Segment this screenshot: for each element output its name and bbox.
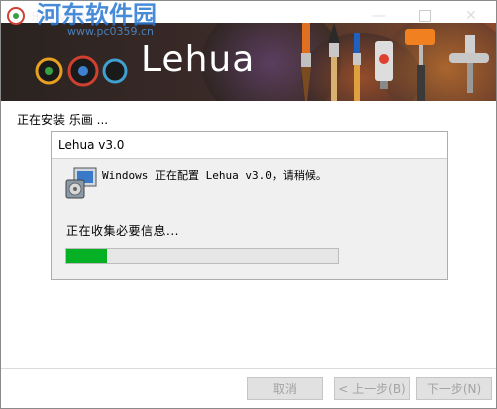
progress-bar bbox=[65, 248, 339, 264]
panel-header: Lehua v3.0 bbox=[52, 132, 447, 159]
installer-icon bbox=[65, 167, 97, 199]
paint-roller-icon bbox=[405, 29, 435, 101]
collecting-info-message: 正在收集必要信息... bbox=[66, 224, 179, 238]
footer-divider bbox=[1, 368, 496, 369]
minimize-button[interactable]: — bbox=[356, 1, 402, 31]
banner-title: Lehua bbox=[141, 39, 256, 80]
back-button[interactable]: < 上一步(B) bbox=[334, 377, 410, 400]
panel-title: Lehua v3.0 bbox=[58, 138, 125, 152]
paintbrush-icon bbox=[353, 33, 361, 101]
minimize-icon: — bbox=[372, 8, 386, 24]
configuring-message: Windows 正在配置 Lehua v3.0，请稍候。 bbox=[102, 169, 327, 182]
cancel-button[interactable]: 取消 bbox=[247, 377, 323, 400]
maximize-button[interactable] bbox=[402, 1, 448, 31]
watermark-url: www.pc0359.cn bbox=[67, 25, 155, 38]
airbrush-icon bbox=[449, 35, 489, 93]
close-icon: ✕ bbox=[465, 8, 477, 24]
title-bar: 乐画 v3.0 河东软件园 www.pc0359.cn — ✕ bbox=[1, 1, 496, 38]
install-status-heading: 正在安装 乐画 ... bbox=[17, 113, 109, 127]
app-icon bbox=[7, 7, 25, 25]
paint-tube-icon bbox=[375, 41, 393, 89]
maximize-icon bbox=[419, 10, 431, 22]
close-button[interactable]: ✕ bbox=[448, 1, 494, 31]
progress-panel: Lehua v3.0 Windows 正在配置 Lehua v3.0，请稍候。 … bbox=[51, 131, 448, 280]
lehua-logo bbox=[35, 55, 128, 87]
paintbrush-icon bbox=[301, 23, 311, 101]
next-button[interactable]: 下一步(N) bbox=[416, 377, 492, 400]
installer-window: Lehua 乐画 v3.0 河东软件园 www.pc0359.cn — ✕ 正在… bbox=[0, 0, 497, 409]
progress-bar-fill bbox=[66, 249, 107, 263]
